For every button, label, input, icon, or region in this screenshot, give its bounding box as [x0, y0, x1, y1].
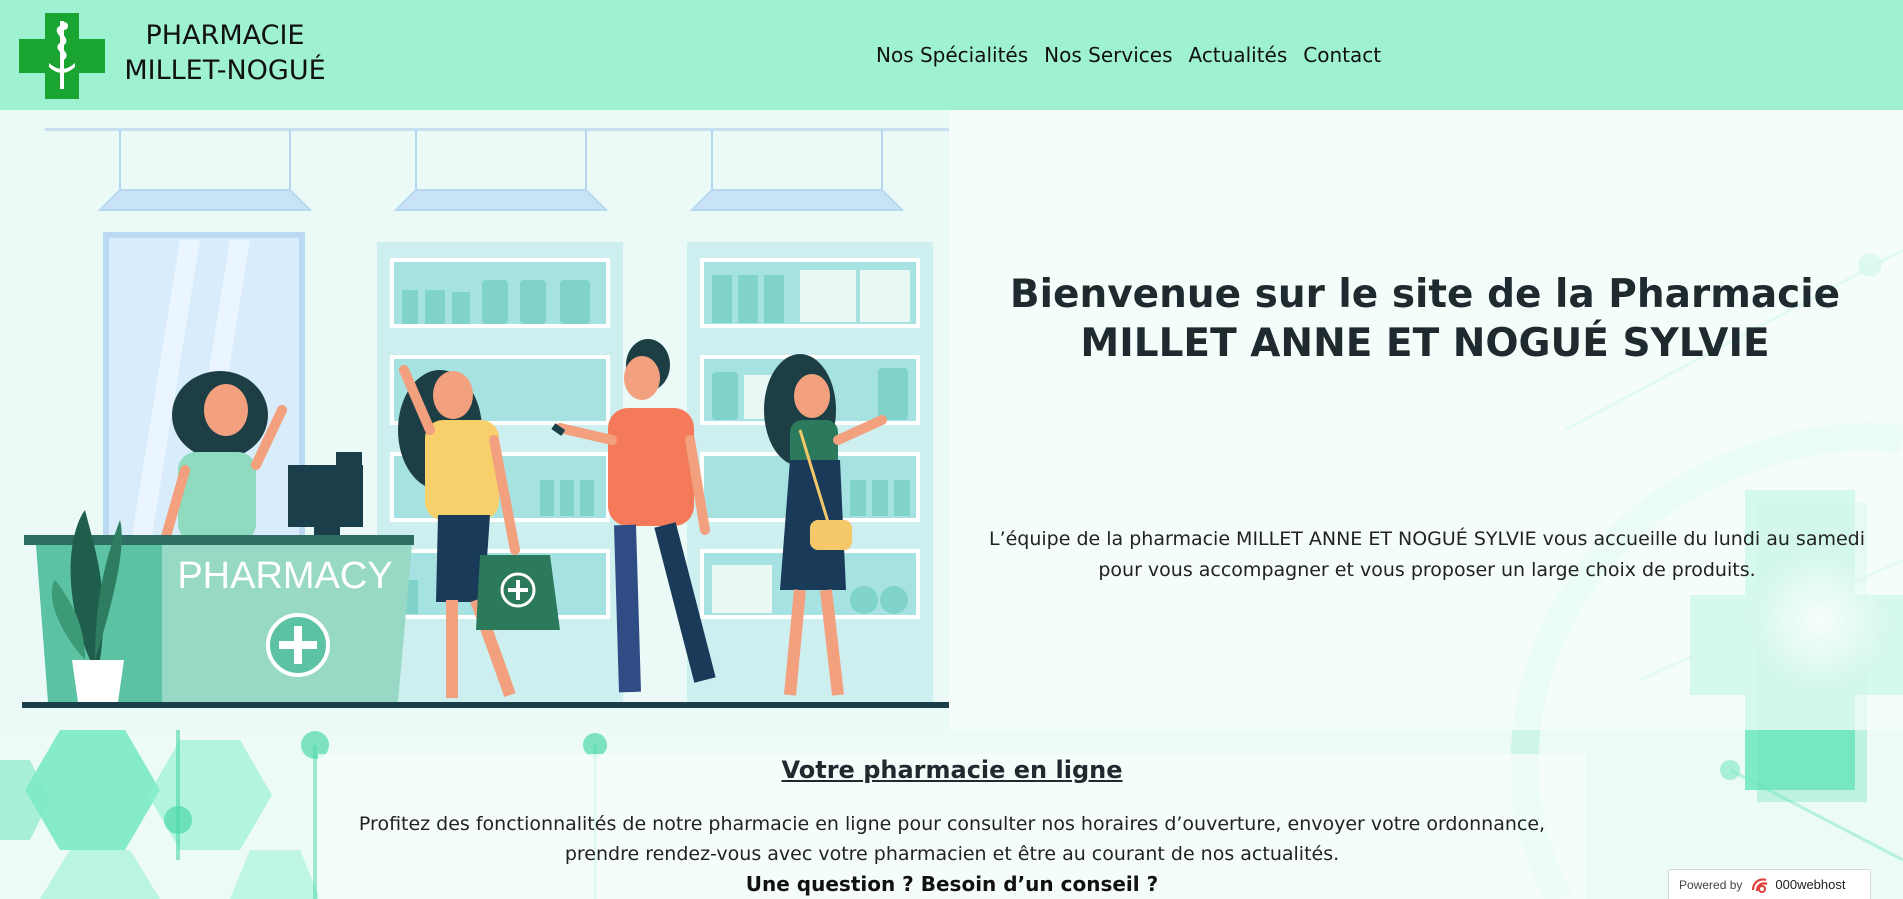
- brand-name[interactable]: PHARMACIE MILLET-NOGUÉ: [120, 18, 330, 88]
- pharmacy-store-illustration: PHARMACY: [0, 110, 949, 730]
- illustration-sign-text: PHARMACY: [177, 555, 392, 597]
- webhost-logo-icon: [1752, 877, 1768, 893]
- online-pharmacy-title: Votre pharmacie en ligne: [781, 756, 1123, 784]
- online-pharmacy-cta: Une question ? Besoin d’un conseil ?: [745, 872, 1159, 896]
- brand-line-2: MILLET-NOGUÉ: [124, 55, 326, 86]
- hero-welcome-panel: Bienvenue sur le site de la Pharmacie MI…: [949, 110, 1903, 730]
- site-header: PHARMACIE MILLET-NOGUÉ Nos Spécialités N…: [0, 0, 1903, 110]
- online-pharmacy-description: Profitez des fonctionnalités de notre ph…: [358, 813, 1546, 865]
- powered-by-badge[interactable]: Powered by 000webhost: [1668, 869, 1871, 899]
- nav-link-actualites[interactable]: Actualités: [1188, 43, 1287, 67]
- powered-by-label: Powered by: [1679, 877, 1743, 892]
- nav-link-specialites[interactable]: Nos Spécialités: [876, 43, 1028, 67]
- nav-link-services[interactable]: Nos Services: [1044, 43, 1172, 67]
- nav-link-contact[interactable]: Contact: [1303, 43, 1381, 67]
- main-nav: Nos Spécialités Nos Services Actualités …: [876, 43, 1381, 67]
- online-pharmacy-section: Votre pharmacie en ligne Profitez des fo…: [318, 754, 1586, 899]
- hero-description: L’équipe de la pharmacie MILLET ANNE ET …: [988, 528, 1866, 581]
- pharmacy-cross-caduceus-icon[interactable]: [19, 13, 105, 99]
- powered-by-brand: 000webhost: [1775, 877, 1846, 892]
- brand-line-1: PHARMACIE: [145, 20, 305, 51]
- hero-title: Bienvenue sur le site de la Pharmacie MI…: [1009, 272, 1841, 366]
